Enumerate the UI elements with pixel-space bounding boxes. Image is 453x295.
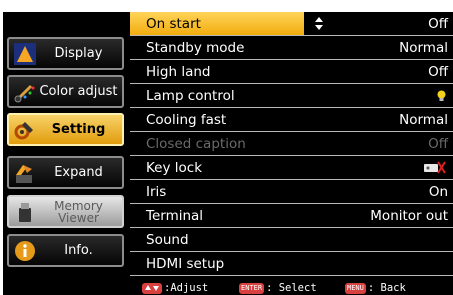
row-value: Off	[428, 64, 448, 80]
row-label: Sound	[146, 232, 189, 248]
sidebar-item-info[interactable]: Info.	[7, 234, 124, 267]
setting-icon	[14, 122, 33, 140]
row-label: High land	[146, 64, 211, 80]
settings-menu: On start Off Standby mode Normal High la…	[130, 12, 453, 276]
row-value: Monitor out	[370, 208, 448, 224]
menu-row-hdmi-setup[interactable]: HDMI setup	[130, 252, 453, 276]
sidebar-item-display[interactable]: Display	[7, 37, 124, 70]
sidebar-item-label: Setting	[51, 121, 106, 137]
menu-row-key-lock[interactable]: Key lock	[130, 156, 453, 180]
footer-hints: :Adjust ENTER : Select MENU : Back	[130, 280, 453, 295]
menu-row-on-start[interactable]: On start Off	[130, 12, 453, 36]
menu-row-lamp-control[interactable]: Lamp control	[130, 84, 453, 108]
lamp-icon	[437, 90, 446, 101]
menu-row-high-land[interactable]: High land Off	[130, 60, 453, 84]
row-label: Terminal	[146, 208, 204, 224]
sidebar-item-setting[interactable]: Setting	[7, 113, 124, 146]
info-icon	[15, 241, 35, 261]
row-label: Standby mode	[146, 40, 245, 56]
row-value: Normal	[399, 40, 448, 56]
adjust-hint: :Adjust	[142, 282, 208, 294]
menu-key: MENU	[345, 282, 366, 294]
sidebar-item-label: Info.	[64, 242, 93, 258]
row-label: Lamp control	[146, 88, 235, 104]
sidebar-item-label: Color adjust	[39, 83, 118, 99]
menu-row-iris[interactable]: Iris On	[130, 180, 453, 204]
menu-row-sound[interactable]: Sound	[130, 228, 453, 252]
sidebar-item-memory-viewer[interactable]: Memory Viewer	[7, 195, 124, 228]
sidebar-item-color-adjust[interactable]: Color adjust	[7, 75, 124, 108]
row-label: On start	[146, 16, 201, 32]
row-value: On	[428, 184, 448, 200]
enter-key: ENTER	[239, 282, 265, 294]
expand-icon	[16, 165, 32, 183]
row-label: HDMI setup	[146, 256, 225, 272]
row-label: Cooling fast	[146, 112, 227, 128]
row-label: Closed caption	[146, 136, 246, 152]
menu-row-closed-caption: Closed caption Off	[130, 132, 453, 156]
adjust-label: :Adjust	[164, 282, 209, 294]
select-hint: ENTER : Select	[239, 282, 317, 294]
row-value: Off	[428, 136, 448, 152]
display-icon	[14, 43, 36, 65]
sidebar-item-label: Expand	[54, 164, 103, 180]
key-lock-icon	[424, 161, 446, 174]
sidebar-item-expand[interactable]: Expand	[7, 156, 124, 189]
row-value: Off	[428, 16, 448, 32]
row-label: Iris	[146, 184, 167, 200]
up-down-key-icon	[142, 282, 162, 294]
menu-row-cooling-fast[interactable]: Cooling fast Normal	[130, 108, 453, 132]
memory-viewer-icon	[19, 203, 31, 222]
color-adjust-icon	[14, 84, 35, 103]
row-label: Key lock	[146, 160, 203, 176]
up-down-arrows-icon[interactable]	[314, 16, 324, 31]
row-value: Normal	[399, 112, 448, 128]
back-hint: MENU : Back	[345, 282, 406, 294]
select-label: : Select	[266, 282, 317, 294]
sidebar-item-label: Display	[54, 45, 103, 61]
menu-row-terminal[interactable]: Terminal Monitor out	[130, 204, 453, 228]
sidebar-item-label: Memory Viewer	[54, 198, 103, 225]
back-label: : Back	[367, 282, 406, 294]
menu-row-standby-mode[interactable]: Standby mode Normal	[130, 36, 453, 60]
